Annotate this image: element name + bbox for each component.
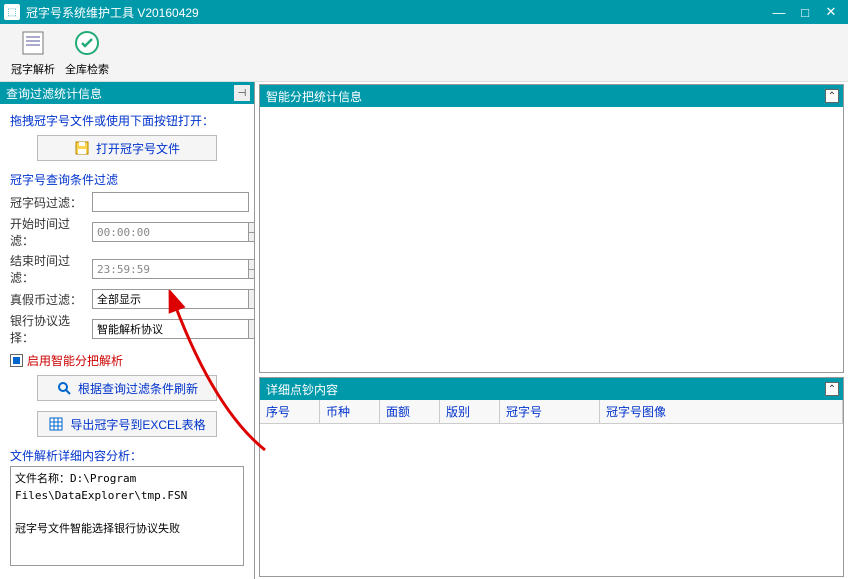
chevron-down-icon[interactable]: ▼	[249, 289, 254, 309]
smart-stats-title: 智能分把统计信息	[266, 88, 362, 105]
drag-hint: 拖拽冠字号文件或使用下面按钮打开：	[10, 112, 244, 129]
smart-parse-checkbox[interactable]: 启用智能分把解析	[10, 352, 244, 369]
collapse-up-icon[interactable]: ⌃	[825, 382, 839, 396]
main-toolbar: 冠字解析 全库检索	[0, 24, 848, 82]
col-currency[interactable]: 币种	[320, 400, 380, 423]
end-time-input[interactable]	[92, 259, 249, 279]
start-time-input[interactable]	[92, 222, 249, 242]
left-panel: 查询过滤统计信息 ⊣ 拖拽冠字号文件或使用下面按钮打开： 打开冠字号文件 冠字号…	[0, 82, 255, 579]
floppy-icon	[74, 140, 90, 156]
col-index[interactable]: 序号	[260, 400, 320, 423]
smart-stats-body	[260, 107, 843, 372]
real-filter-select[interactable]	[92, 289, 249, 309]
col-image[interactable]: 冠字号图像	[600, 400, 843, 423]
analysis-title: 文件解析详细内容分析：	[10, 447, 244, 464]
start-time-spinner[interactable]: ▲▼	[249, 222, 254, 242]
pin-icon[interactable]: ⊣	[234, 85, 250, 101]
filter-panel-body: 拖拽冠字号文件或使用下面按钮打开： 打开冠字号文件 冠字号查询条件过滤 冠字码过…	[0, 104, 254, 574]
title-bar: ⬚ 冠字号系统维护工具 V20160429 — □ ✕	[0, 0, 848, 24]
open-file-button[interactable]: 打开冠字号文件	[37, 135, 217, 161]
col-edition[interactable]: 版别	[440, 400, 500, 423]
code-filter-label: 冠字码过滤：	[10, 194, 92, 211]
maximize-button[interactable]: □	[792, 2, 818, 22]
bank-protocol-label: 银行协议选择：	[10, 312, 92, 346]
refresh-label: 根据查询过滤条件刷新	[78, 380, 198, 397]
bank-protocol-select[interactable]	[92, 319, 249, 339]
smart-stats-header: 智能分把统计信息 ⌃	[260, 85, 843, 107]
log-line: 文件名称：D:\Program Files\DataExplorer\tmp.F…	[15, 471, 239, 504]
minimize-button[interactable]: —	[766, 2, 792, 22]
analysis-log[interactable]: 文件名称：D:\Program Files\DataExplorer\tmp.F…	[10, 466, 244, 566]
detail-panel: 详细点钞内容 ⌃ 序号 币种 面额 版别 冠字号 冠字号图像	[259, 377, 844, 577]
detail-table-header: 序号 币种 面额 版别 冠字号 冠字号图像	[260, 400, 843, 424]
col-crown[interactable]: 冠字号	[500, 400, 600, 423]
checkbox-icon	[10, 354, 23, 367]
smart-stats-panel: 智能分把统计信息 ⌃	[259, 84, 844, 373]
open-file-label: 打开冠字号文件	[96, 140, 180, 157]
col-denom[interactable]: 面额	[380, 400, 440, 423]
export-excel-button[interactable]: 导出冠字号到EXCEL表格	[37, 411, 217, 437]
detail-header: 详细点钞内容 ⌃	[260, 378, 843, 400]
parse-tool-label: 冠字解析	[11, 61, 55, 77]
smart-parse-label: 启用智能分把解析	[27, 352, 123, 369]
sheet-icon	[17, 27, 49, 59]
refresh-button[interactable]: 根据查询过滤条件刷新	[37, 375, 217, 401]
app-icon: ⬚	[4, 4, 20, 20]
window-title: 冠字号系统维护工具 V20160429	[26, 4, 766, 21]
filter-section-title: 冠字号查询条件过滤	[10, 171, 244, 188]
collapse-up-icon[interactable]: ⌃	[825, 89, 839, 103]
detail-table-body	[260, 424, 843, 576]
export-label: 导出冠字号到EXCEL表格	[70, 416, 205, 433]
parse-tool-button[interactable]: 冠字解析	[6, 25, 60, 79]
right-panel: 智能分把统计信息 ⌃ 详细点钞内容 ⌃ 序号 币种 面额 版别 冠字号 冠字号图…	[255, 82, 848, 579]
grid-icon	[48, 416, 64, 432]
filter-panel-header: 查询过滤统计信息 ⊣	[0, 82, 254, 104]
check-badge-icon	[71, 27, 103, 59]
search-tool-button[interactable]: 全库检索	[60, 25, 114, 79]
log-line: 冠字号文件智能选择银行协议失败	[15, 521, 239, 538]
filter-panel-title: 查询过滤统计信息	[6, 85, 102, 102]
end-time-label: 结束时间过滤：	[10, 252, 92, 286]
detail-title: 详细点钞内容	[266, 381, 338, 398]
search-tool-label: 全库检索	[65, 61, 109, 77]
end-time-spinner[interactable]: ▲▼	[249, 259, 254, 279]
main-area: 查询过滤统计信息 ⊣ 拖拽冠字号文件或使用下面按钮打开： 打开冠字号文件 冠字号…	[0, 82, 848, 579]
chevron-down-icon[interactable]: ▼	[249, 319, 254, 339]
magnifier-icon	[56, 380, 72, 396]
start-time-label: 开始时间过滤：	[10, 215, 92, 249]
code-filter-input[interactable]	[92, 192, 249, 212]
close-button[interactable]: ✕	[818, 2, 844, 22]
real-filter-label: 真假币过滤：	[10, 291, 92, 308]
